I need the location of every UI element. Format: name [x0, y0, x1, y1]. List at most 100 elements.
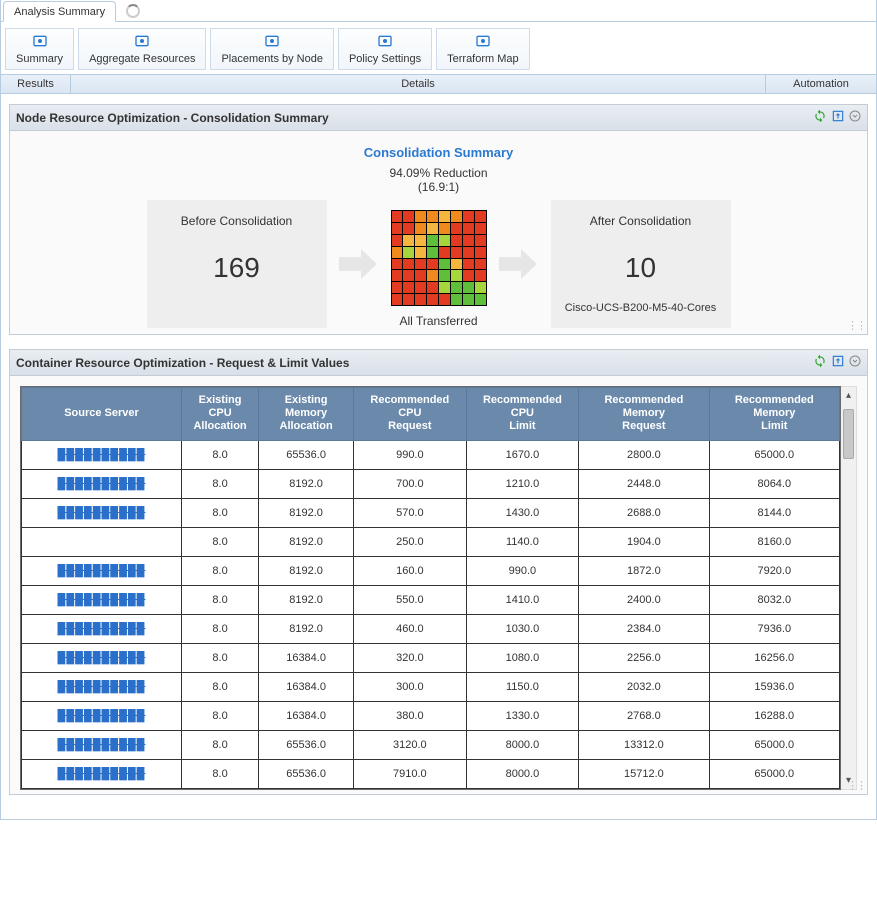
value-cell: 550.0: [354, 585, 467, 614]
value-cell: 1030.0: [466, 614, 579, 643]
value-cell: 2800.0: [579, 440, 709, 469]
source-server-cell[interactable]: ██████████: [22, 585, 182, 614]
value-cell: 65536.0: [259, 759, 354, 788]
table-row[interactable]: ██████████8.016384.0320.01080.02256.0162…: [22, 643, 840, 672]
resize-grip-icon[interactable]: ⋮⋮: [847, 779, 865, 792]
heatmap-block: All Transferred: [391, 200, 487, 328]
after-value: 10: [561, 252, 721, 284]
value-cell: 8.0: [182, 498, 259, 527]
value-cell: 16384.0: [259, 643, 354, 672]
source-server-cell[interactable]: ██████████: [22, 730, 182, 759]
table-row[interactable]: ██████████8.065536.0990.01670.02800.0650…: [22, 440, 840, 469]
table-header[interactable]: Existing MemoryAllocation: [259, 388, 354, 441]
table-header[interactable]: Recommended MemoryLimit: [709, 388, 839, 441]
toolbar-button[interactable]: Placements by Node: [210, 28, 334, 70]
subnav-label: Results: [17, 78, 54, 90]
export-icon[interactable]: [831, 109, 845, 126]
after-hw: Cisco-UCS-B200-M5-40-Cores: [561, 302, 721, 314]
source-server-cell[interactable]: ██████████: [22, 701, 182, 730]
source-server-cell[interactable]: ██████████: [22, 440, 182, 469]
table-row[interactable]: ██████████8.016384.0380.01330.02768.0162…: [22, 701, 840, 730]
source-server-cell[interactable]: [22, 527, 182, 556]
tab-analysis-summary[interactable]: Analysis Summary: [3, 1, 116, 22]
source-server-cell[interactable]: ██████████: [22, 556, 182, 585]
source-server-cell[interactable]: ██████████: [22, 614, 182, 643]
table-header[interactable]: Recommended CPULimit: [466, 388, 579, 441]
toolbar-button[interactable]: Aggregate Resources: [78, 28, 206, 70]
value-cell: 7920.0: [709, 556, 839, 585]
toolbar-button[interactable]: Summary: [5, 28, 74, 70]
table-row[interactable]: ██████████8.016384.0300.01150.02032.0159…: [22, 672, 840, 701]
value-cell: 460.0: [354, 614, 467, 643]
value-cell: 65000.0: [709, 730, 839, 759]
before-card: Before Consolidation 169: [147, 200, 327, 328]
source-server-cell[interactable]: ██████████: [22, 672, 182, 701]
subnav-item[interactable]: Results: [1, 75, 71, 93]
export-icon[interactable]: [831, 354, 845, 371]
value-cell: 1140.0: [466, 527, 579, 556]
loading-spinner-icon: [126, 4, 140, 18]
value-cell: 8192.0: [259, 614, 354, 643]
table-row[interactable]: 8.08192.0250.01140.01904.08160.0: [22, 527, 840, 556]
value-cell: 65536.0: [259, 730, 354, 759]
value-cell: 13312.0: [579, 730, 709, 759]
table-header[interactable]: Existing CPUAllocation: [182, 388, 259, 441]
value-cell: 2688.0: [579, 498, 709, 527]
value-cell: 1330.0: [466, 701, 579, 730]
table-row[interactable]: ██████████8.065536.07910.08000.015712.06…: [22, 759, 840, 788]
table-header[interactable]: Source Server: [22, 388, 182, 441]
scroll-up-icon[interactable]: ▴: [841, 387, 856, 403]
collapse-icon[interactable]: [849, 355, 861, 370]
table-header[interactable]: Recommended MemoryRequest: [579, 388, 709, 441]
heatmap-icon: [391, 210, 487, 306]
value-cell: 2256.0: [579, 643, 709, 672]
refresh-icon[interactable]: [813, 354, 827, 371]
source-server-cell[interactable]: ██████████: [22, 498, 182, 527]
scroll-thumb[interactable]: [843, 409, 854, 459]
collapse-icon[interactable]: [849, 110, 861, 125]
table-row[interactable]: ██████████8.08192.0570.01430.02688.08144…: [22, 498, 840, 527]
refresh-icon[interactable]: [813, 109, 827, 126]
value-cell: 160.0: [354, 556, 467, 585]
value-cell: 8.0: [182, 672, 259, 701]
value-cell: 250.0: [354, 527, 467, 556]
value-cell: 7910.0: [354, 759, 467, 788]
value-cell: 8.0: [182, 701, 259, 730]
value-cell: 700.0: [354, 469, 467, 498]
value-cell: 3120.0: [354, 730, 467, 759]
resize-grip-icon[interactable]: ⋮⋮: [847, 319, 865, 332]
value-cell: 65000.0: [709, 440, 839, 469]
value-cell: 8032.0: [709, 585, 839, 614]
table-row[interactable]: ██████████8.08192.0460.01030.02384.07936…: [22, 614, 840, 643]
source-server-cell[interactable]: ██████████: [22, 643, 182, 672]
toolbar-label: Policy Settings: [349, 53, 421, 65]
subnav: Results DetailsAutomation: [1, 74, 876, 94]
arrow-right-icon: [499, 249, 539, 279]
table-row[interactable]: ██████████8.08192.0550.01410.02400.08032…: [22, 585, 840, 614]
table-row[interactable]: ██████████8.065536.03120.08000.013312.06…: [22, 730, 840, 759]
toolbar-icon: [376, 33, 394, 49]
table-row[interactable]: ██████████8.08192.0700.01210.02448.08064…: [22, 469, 840, 498]
toolbar-label: Summary: [16, 53, 63, 65]
source-server-cell[interactable]: ██████████: [22, 469, 182, 498]
table-row[interactable]: ██████████8.08192.0160.0990.01872.07920.…: [22, 556, 840, 585]
value-cell: 1150.0: [466, 672, 579, 701]
subnav-item[interactable]: Automation: [766, 75, 876, 93]
value-cell: 8192.0: [259, 585, 354, 614]
toolbar-button[interactable]: Policy Settings: [338, 28, 432, 70]
optimization-table: Source ServerExisting CPUAllocationExist…: [21, 387, 840, 789]
subnav-item[interactable]: Details: [71, 75, 766, 93]
toolbar-label: Placements by Node: [221, 53, 323, 65]
value-cell: 8.0: [182, 730, 259, 759]
source-server-cell[interactable]: ██████████: [22, 759, 182, 788]
value-cell: 2032.0: [579, 672, 709, 701]
table-header[interactable]: Recommended CPURequest: [354, 388, 467, 441]
toolbar-button[interactable]: Terraform Map: [436, 28, 530, 70]
value-cell: 2384.0: [579, 614, 709, 643]
vertical-scrollbar[interactable]: ▴ ▾: [841, 386, 857, 790]
value-cell: 320.0: [354, 643, 467, 672]
value-cell: 1904.0: [579, 527, 709, 556]
value-cell: 16256.0: [709, 643, 839, 672]
value-cell: 8000.0: [466, 759, 579, 788]
value-cell: 16384.0: [259, 672, 354, 701]
